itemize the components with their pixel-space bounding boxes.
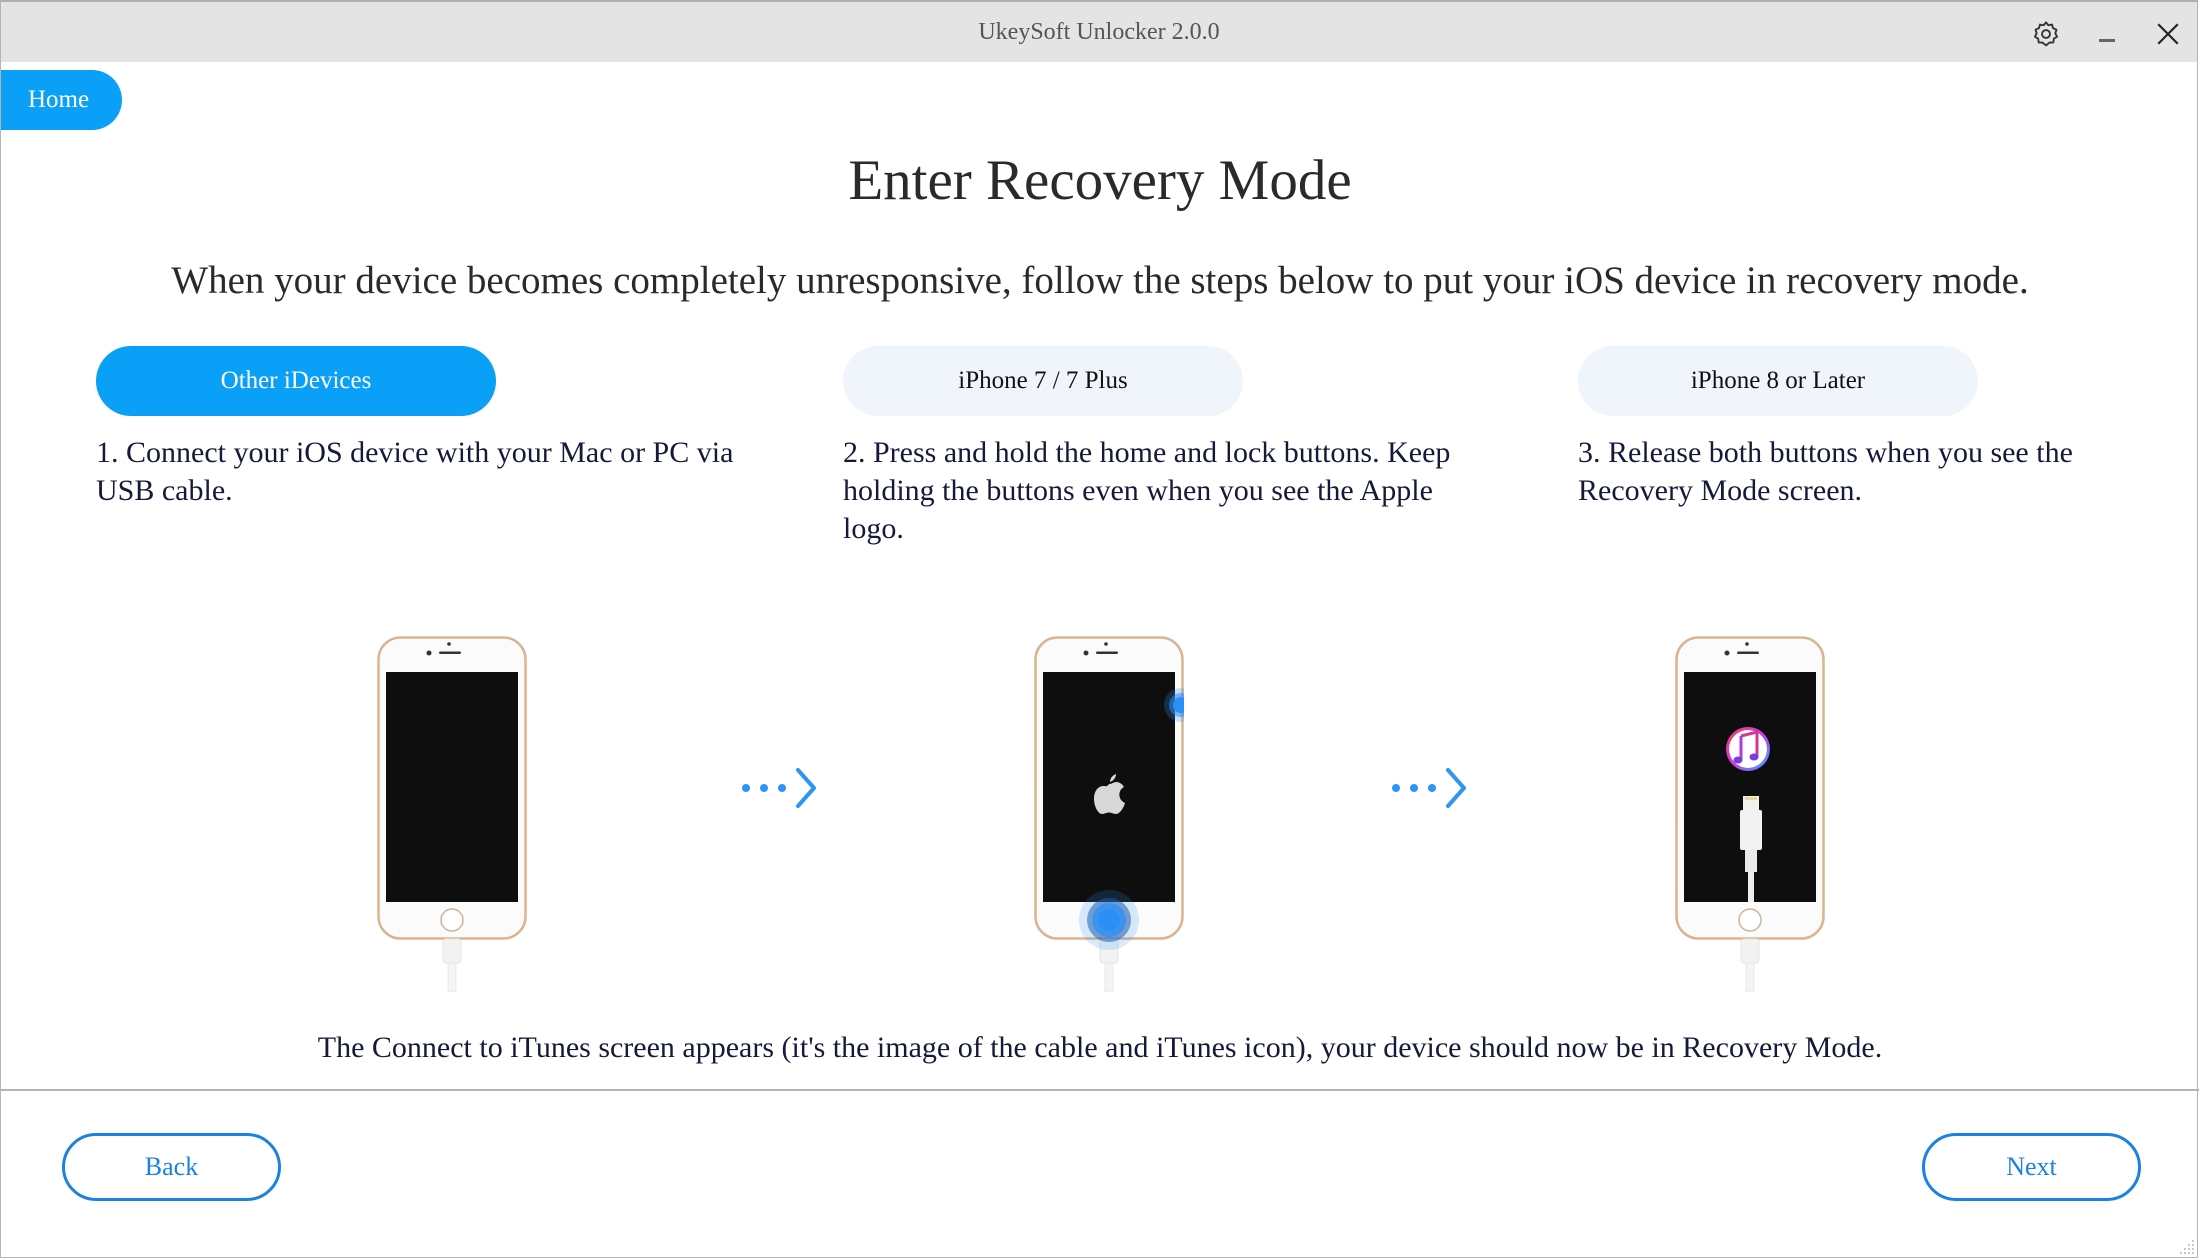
gear-icon (2033, 21, 2059, 47)
step-3-text: 3. Release both buttons when you see the… (1578, 436, 2073, 507)
iphone-press-buttons-icon (1034, 636, 1184, 992)
iphone-recovery-mode-icon (1675, 636, 1825, 992)
step-2-text: 2. Press and hold the home and lock butt… (843, 436, 1451, 545)
cable (1104, 962, 1114, 992)
step-1-text: 1. Connect your iOS device with your Mac… (96, 436, 734, 507)
home-button-highlight (1079, 890, 1139, 950)
minimize-icon (2099, 39, 2115, 42)
arrow-right-icon (1392, 768, 1466, 808)
footer-divider (1, 1089, 2199, 1091)
home-button (440, 908, 464, 932)
page-title: Enter Recovery Mode (848, 149, 1352, 212)
titlebar: UkeySoft Unlocker 2.0.0 (1, 2, 2197, 62)
cable-plug (1740, 938, 1760, 964)
phone-screen (386, 672, 518, 902)
cable (447, 962, 457, 992)
tab-other-idevices[interactable]: Other iDevices (96, 346, 496, 416)
tab-iphone-7[interactable]: iPhone 7 / 7 Plus (843, 346, 1243, 416)
cable-plug (442, 938, 462, 964)
arrow-right-icon (742, 768, 816, 808)
itunes-icon (1726, 727, 1770, 771)
resize-grip-icon[interactable] (2178, 1238, 2196, 1256)
next-button[interactable]: Next (1922, 1133, 2141, 1201)
iphone-connected-icon (377, 636, 527, 992)
back-button[interactable]: Back (62, 1133, 281, 1201)
cable (1745, 962, 1755, 992)
close-icon (2157, 23, 2179, 45)
window-title: UkeySoft Unlocker 2.0.0 (978, 19, 1220, 45)
minimize-button[interactable] (2087, 14, 2127, 54)
home-tab[interactable]: Home (1, 70, 122, 130)
home-button (1738, 908, 1762, 932)
close-button[interactable] (2148, 14, 2188, 54)
recovery-caption: The Connect to iTunes screen appears (it… (317, 1031, 1883, 1064)
settings-button[interactable] (2026, 14, 2066, 54)
page-subtitle: When your device becomes completely unre… (171, 259, 2029, 302)
tab-iphone-8-later[interactable]: iPhone 8 or Later (1578, 346, 1978, 416)
